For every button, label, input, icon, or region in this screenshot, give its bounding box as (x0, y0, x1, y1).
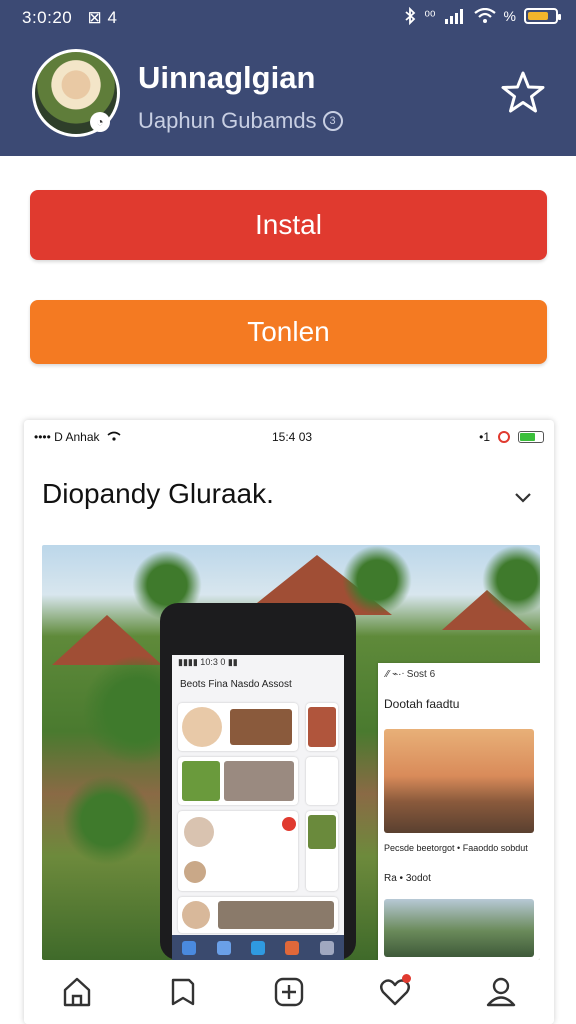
phone-dock (172, 935, 344, 960)
status-time-text: 3:0:20 (22, 8, 73, 27)
panel-meta: Ra • 3odot (384, 873, 431, 884)
palm-tree (62, 775, 152, 865)
dock-app-icon[interactable] (216, 940, 231, 955)
dock-app-icon[interactable] (285, 940, 300, 955)
star-icon[interactable] (500, 70, 546, 116)
chevron-down-icon[interactable] (510, 484, 536, 510)
view-button[interactable]: Tonlen (30, 300, 547, 364)
profile-icon[interactable] (481, 972, 521, 1012)
status-right-group: ⁰⁰ % (404, 7, 561, 25)
preview-photo: ▮▮▮▮ 10:3 0 ▮▮ Beots Fina Nasdo Assost ⁄… (42, 545, 540, 960)
dock-app-icon[interactable] (319, 940, 334, 955)
inner-battery-icon (518, 431, 544, 443)
feed-avatar (182, 707, 222, 747)
record-icon (498, 431, 510, 443)
verified-badge-icon: 3 (322, 111, 343, 131)
signal-text: ⁰⁰ (424, 7, 436, 24)
wifi-icon (473, 8, 496, 23)
like-badge-icon[interactable] (282, 817, 296, 831)
panel-heading: Dootah faadtu (384, 697, 460, 711)
inner-status-right: •1 (479, 430, 544, 444)
status-time: 3:0:20 ⊠ 4 (22, 8, 117, 28)
inner-status-carrier: •••• D Anhak (34, 430, 100, 444)
notification-badge (402, 974, 411, 983)
phone-mockup: ▮▮▮▮ 10:3 0 ▮▮ Beots Fina Nasdo Assost (160, 603, 356, 960)
battery-percent: % (503, 8, 516, 24)
feed-tile[interactable] (178, 897, 338, 933)
inner-battery-fill (520, 433, 535, 441)
feed-tile[interactable] (178, 703, 298, 751)
inner-wifi-icon (107, 431, 121, 441)
heart-button[interactable] (375, 972, 415, 1012)
status-bar: 3:0:20 ⊠ 4 ⁰⁰ % (0, 0, 576, 36)
feed-tile[interactable] (178, 757, 298, 805)
preview-title: Diopandy Gluraak. (42, 478, 274, 509)
dock-app-icon[interactable] (250, 940, 265, 955)
install-button[interactable]: Instal (30, 190, 547, 260)
feed-tile[interactable] (178, 811, 298, 891)
user-subtitle-text: Uaphun Gubamds (138, 108, 317, 133)
feed-image (224, 761, 294, 801)
preview-card: •••• D Anhak 15:4 03 •1 Diopandy Gluraak… (24, 420, 554, 1024)
phone-title: Beots Fina Nasdo Assost (180, 679, 292, 690)
feed-image (182, 761, 220, 801)
feed-avatar (182, 901, 210, 929)
feed-tile[interactable] (306, 703, 338, 751)
inner-status-bar: •••• D Anhak 15:4 03 •1 (34, 430, 544, 450)
avatar-badge-icon: ◔ (90, 112, 110, 132)
panel-caption: Pecsde beetorgot • Faaoddo sobdut (384, 843, 528, 853)
bookmark-icon[interactable] (163, 972, 203, 1012)
feed-image (218, 901, 334, 929)
phone-screen: ▮▮▮▮ 10:3 0 ▮▮ Beots Fina Nasdo Assost (172, 655, 344, 960)
home-icon[interactable] (57, 972, 97, 1012)
battery-icon (524, 8, 561, 24)
palm-tree (342, 545, 412, 615)
feed-image (308, 707, 336, 747)
battery-fill (528, 12, 548, 20)
panel-group-photo[interactable] (384, 729, 534, 833)
dock-app-icon[interactable] (182, 940, 197, 955)
bluetooth-icon (405, 7, 416, 25)
user-name: Uinnaglgian (138, 60, 316, 95)
panel-status: ⁄⁄ ⌁·ᐧ Sost 6 (386, 669, 436, 680)
inner-status-time: 15:4 03 (272, 430, 313, 444)
feed-image (308, 815, 336, 849)
panel-landscape-photo[interactable] (384, 899, 534, 957)
phone-status: ▮▮▮▮ 10:3 0 ▮▮ (178, 657, 238, 667)
inner-status-left: •••• D Anhak (34, 430, 121, 444)
feed-avatar (184, 817, 214, 847)
user-subtitle: Uaphun Gubamds 3 (138, 108, 343, 134)
add-icon[interactable] (269, 972, 309, 1012)
feed-image (230, 709, 292, 745)
side-panel: ⁄⁄ ⌁·ᐧ Sost 6 Dootah faadtu Pecsde beeto… (378, 663, 540, 960)
feed-avatar (184, 861, 206, 883)
signal-bars-icon (444, 9, 463, 24)
inner-status-signal: •1 (479, 430, 490, 444)
bottom-nav (24, 960, 554, 1024)
feed-tile[interactable] (306, 757, 338, 805)
status-left-glyph: ⊠ 4 (87, 8, 118, 27)
feed-tile[interactable] (306, 811, 338, 891)
